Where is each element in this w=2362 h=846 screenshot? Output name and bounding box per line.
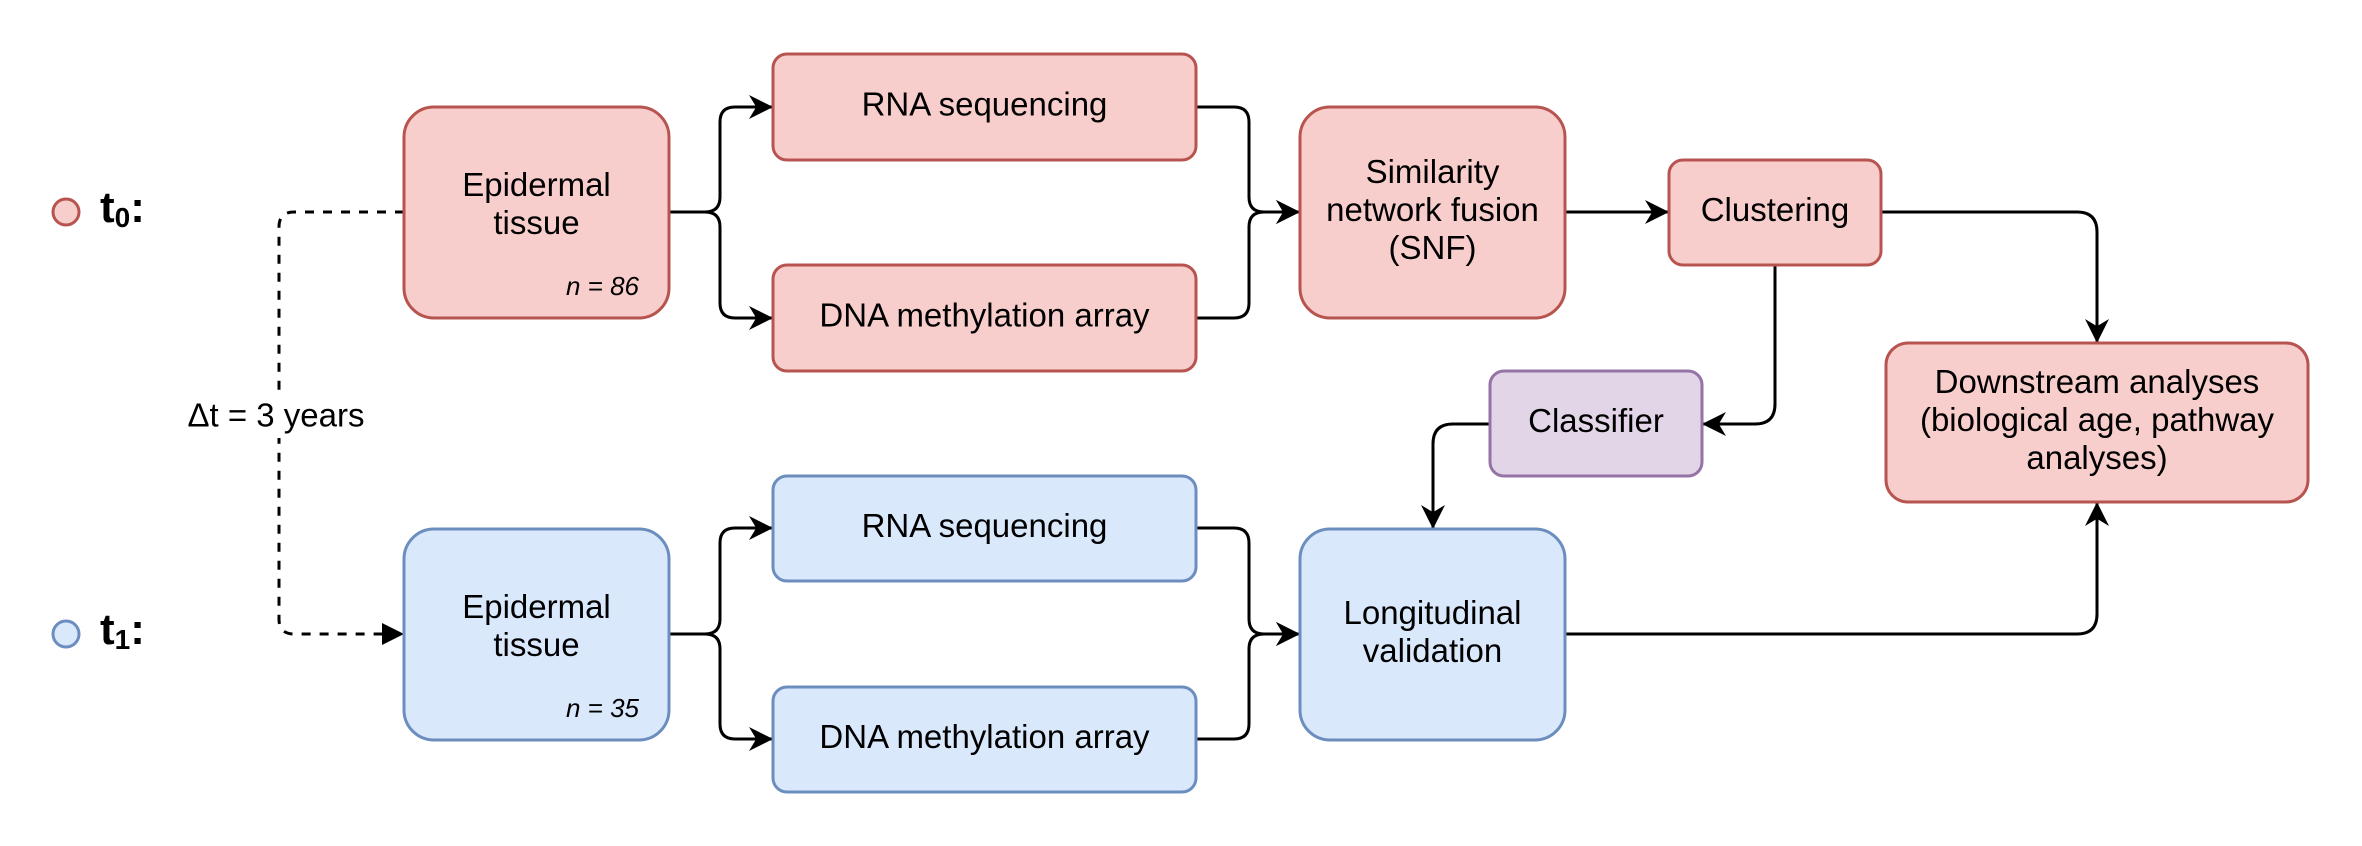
edge-epi1-dna1 (669, 632, 773, 751)
node-classifier: Classifier (1488, 369, 1704, 478)
node-rna-t0: RNA sequencing (771, 52, 1198, 162)
delta-t-label: Δt = 3 years (187, 397, 364, 434)
node-label-line: validation (1363, 632, 1502, 669)
edge-longitudinal-downstream (1565, 502, 2109, 636)
edge-rna1-longitudinal (1196, 526, 1300, 646)
node-label-line: (biological age, pathway (1920, 401, 2275, 438)
edge-classifier-longitudinal (1421, 422, 1490, 529)
edge-epi0-rna0 (669, 95, 773, 214)
edge-epi0-dna0 (669, 210, 773, 330)
t1-label: t1: (100, 605, 145, 656)
node-longitudinal: Longitudinalvalidation (1298, 527, 1567, 742)
node-epidermal-t1: Epidermaltissue n = 35 (402, 527, 671, 742)
edge-rna0-snf (1196, 105, 1300, 224)
edge-clustering-classifier (1702, 265, 1777, 436)
node-label-line: Similarity (1366, 153, 1500, 190)
node-label-line: Clustering (1701, 191, 1850, 228)
edge-clustering-downstream (1881, 210, 2109, 343)
edge-dna0-snf (1196, 200, 1300, 320)
node-label-line: DNA methylation array (819, 297, 1150, 334)
node-dna-t1: DNA methylation array (771, 685, 1198, 794)
t0-label: t0: (100, 183, 145, 234)
node-dna-t0: DNA methylation array (771, 263, 1198, 373)
node-label-line: DNA methylation array (819, 718, 1150, 755)
node-label-line: network fusion (1326, 191, 1539, 228)
workflow-diagram: Δt = 3 years t0: t1: Epidermaltissuen = … (51, 52, 2310, 794)
t1-dot-icon (51, 619, 81, 649)
node-label-line: Epidermal (462, 166, 611, 203)
edge-epi1-rna1 (669, 516, 773, 636)
node-clustering: Clustering (1667, 158, 1883, 267)
sample-size-label: n = 86 (566, 271, 640, 301)
node-label-line: analyses) (2026, 439, 2167, 476)
sample-size-label: n = 35 (566, 693, 640, 723)
node-label-line: Longitudinal (1344, 594, 1522, 631)
node-label-line: Epidermal (462, 588, 611, 625)
node-snf: Similaritynetwork fusion(SNF) (1298, 105, 1567, 320)
node-downstream: Downstream analyses(biological age, path… (1884, 341, 2310, 504)
node-epidermal-t0: Epidermaltissue n = 86 (402, 105, 671, 320)
edge-dna1-longitudinal (1196, 622, 1300, 741)
node-label-line: RNA sequencing (862, 507, 1108, 544)
node-label-line: RNA sequencing (862, 86, 1108, 123)
node-label-line: tissue (493, 204, 579, 241)
node-label-line: tissue (493, 626, 579, 663)
node-label-line: (SNF) (1389, 229, 1477, 266)
node-label-line: Classifier (1528, 402, 1664, 439)
node-rna-t1: RNA sequencing (771, 474, 1198, 583)
t0-dot-icon (51, 197, 81, 227)
node-label-line: Downstream analyses (1935, 363, 2260, 400)
